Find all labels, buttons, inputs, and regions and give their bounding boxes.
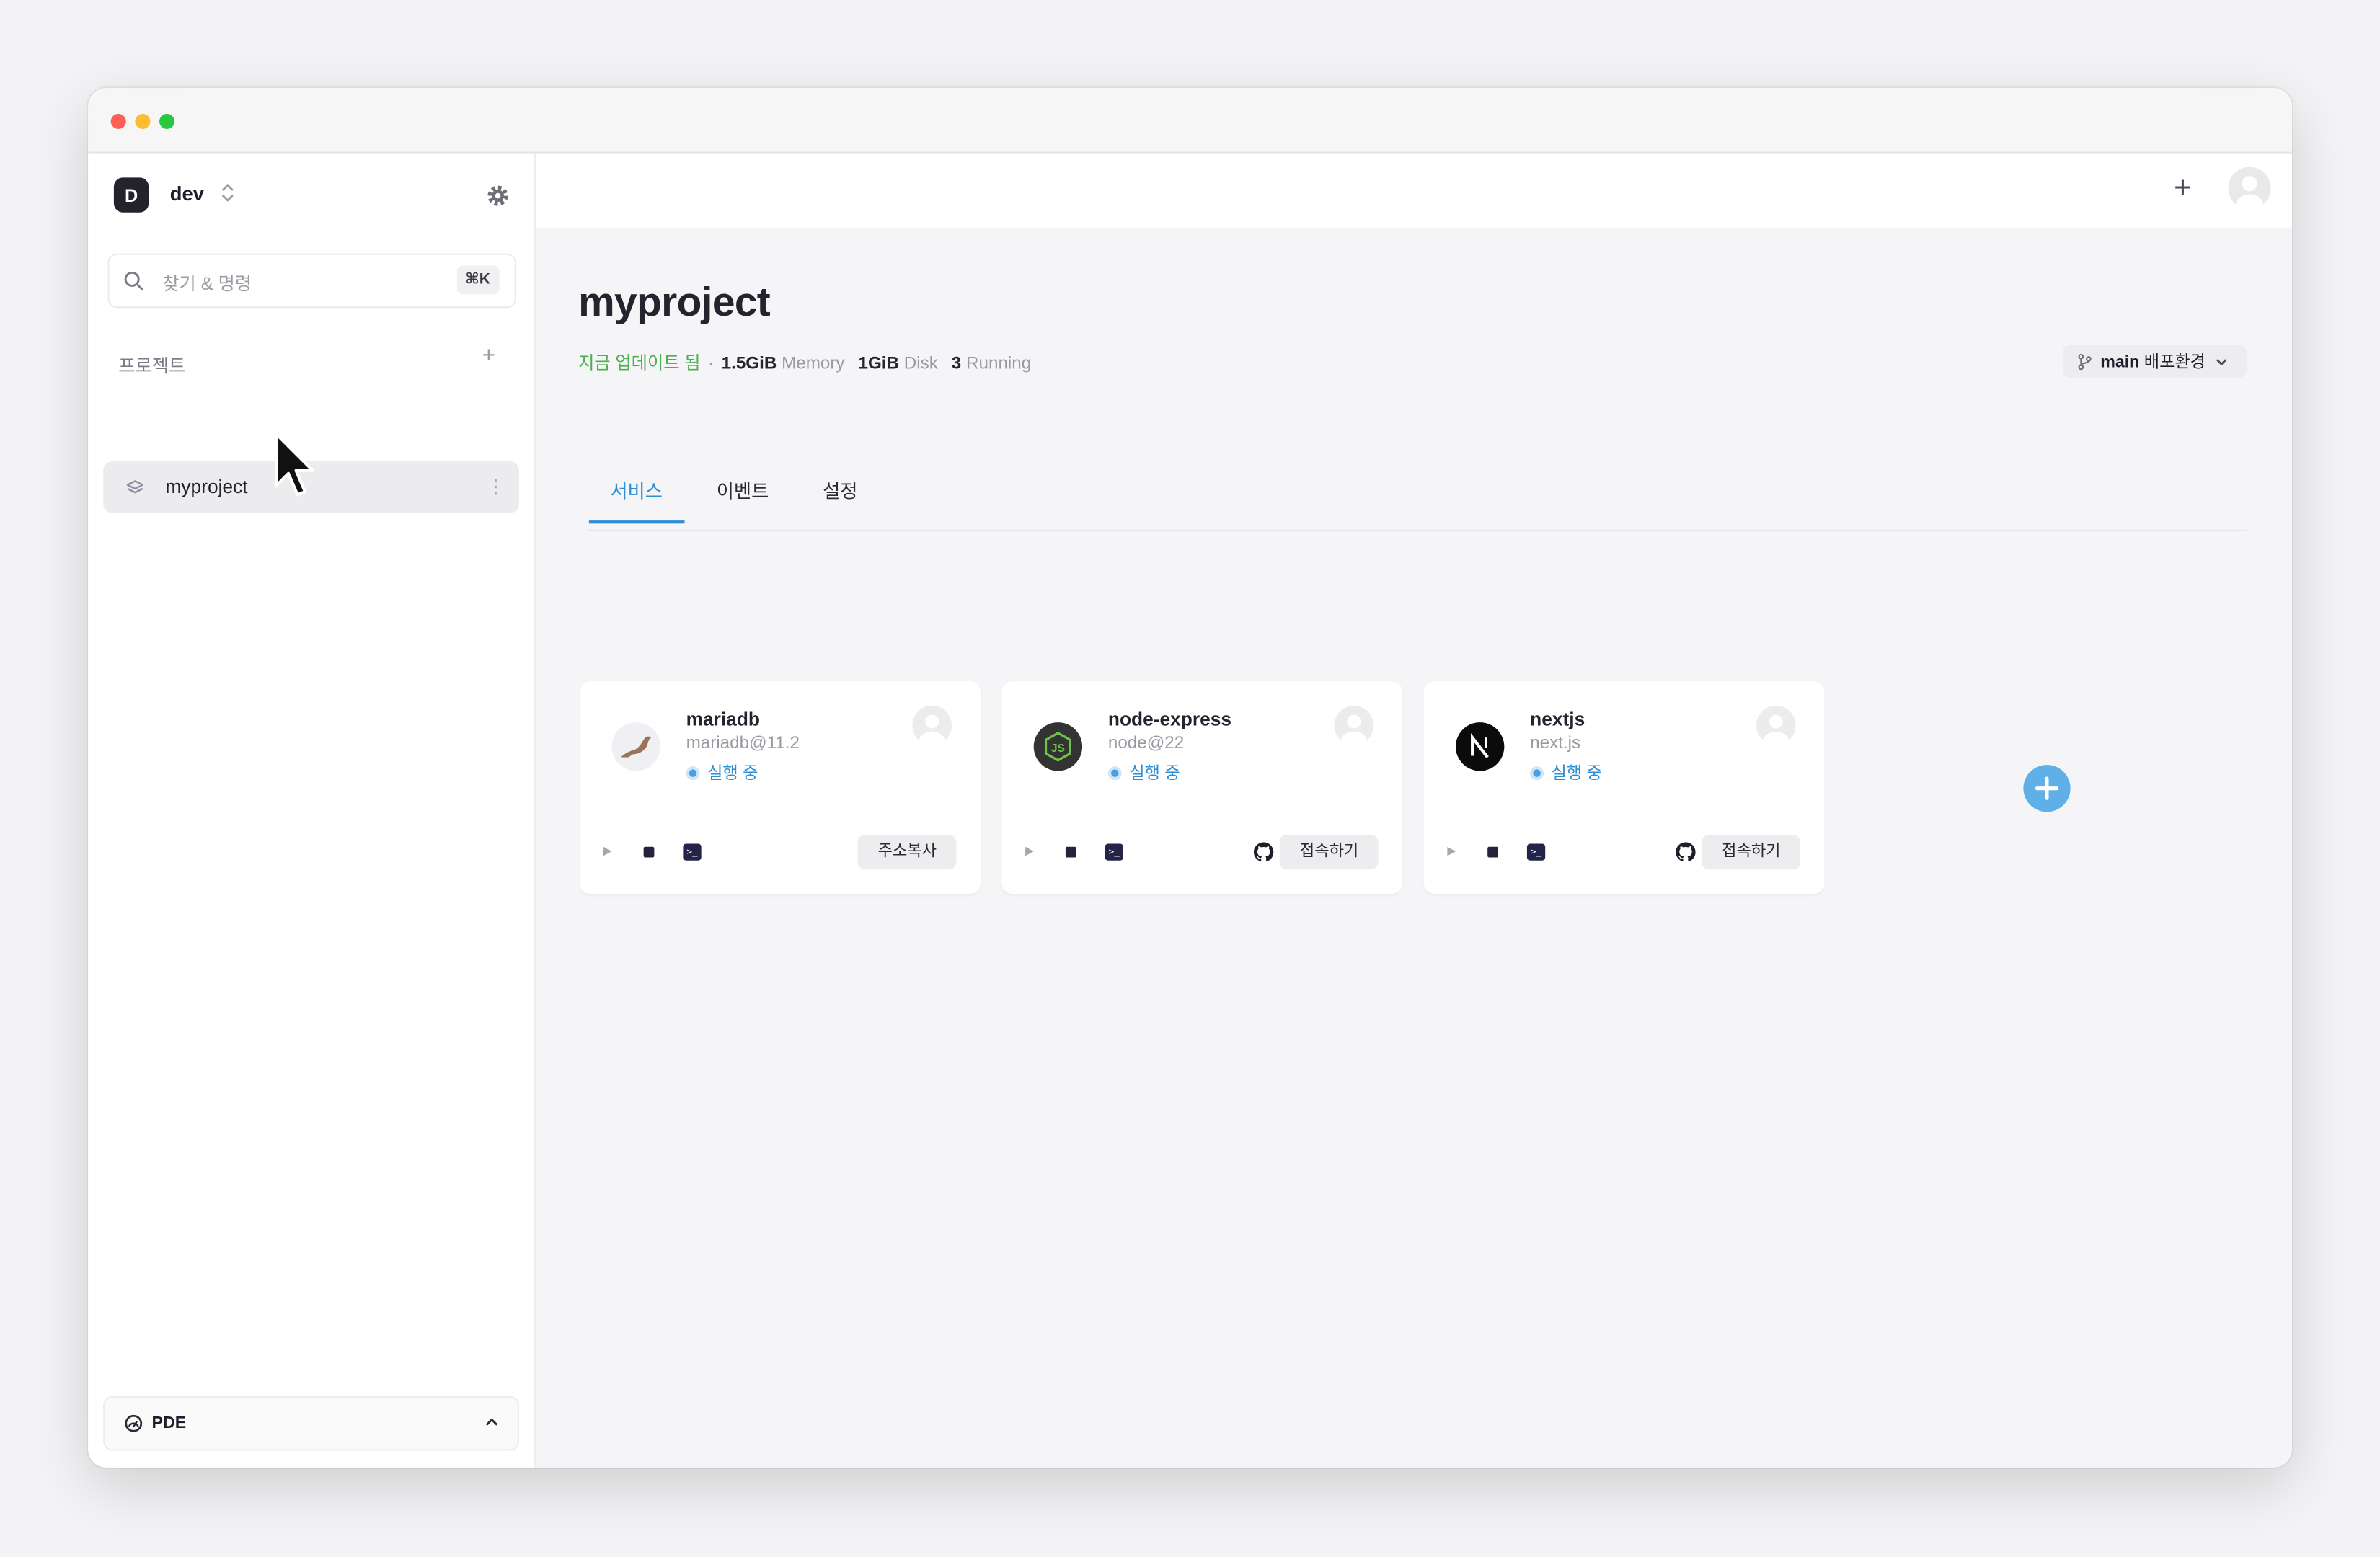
status-dot-icon: [1107, 766, 1122, 780]
pde-label: PDE: [151, 1414, 187, 1433]
status-label: 실행 중: [1551, 765, 1602, 784]
pde-footer-menu[interactable]: PDE: [103, 1396, 520, 1451]
branch-env: 배포환경: [2144, 353, 2206, 372]
tab-bar: 서비스 이벤트 설정: [588, 475, 2247, 531]
play-icon[interactable]: [1023, 846, 1035, 858]
gauge-icon: [125, 1414, 143, 1432]
main-content: myproject 지금 업데이트 됨 · 1.5GiB Memory 1GiB Di…: [536, 227, 2293, 1468]
disk-value: 1GiB: [858, 355, 899, 373]
chevron-up-down-icon[interactable]: [220, 182, 235, 203]
shortcut-badge: ⌘K: [456, 265, 500, 295]
branch-name: main: [2100, 353, 2140, 372]
title-bar: [88, 88, 2293, 154]
project-meta: 지금 업데이트 됨 · 1.5GiB Memory 1GiB Disk 3 Runnin…: [578, 350, 1045, 375]
close-window-button[interactable]: [110, 113, 126, 129]
chevron-up-icon: [486, 1419, 497, 1426]
git-branch-icon: [2078, 352, 2092, 370]
screen: D dev 찾기 & 명령 ⌘K 프로젝트 + myproject ⋮ PDE …: [0, 0, 2380, 1557]
nextjs-icon: [1455, 722, 1505, 771]
layers-icon: [126, 480, 144, 494]
memory-value: 1.5GiB: [721, 355, 777, 373]
play-icon[interactable]: [1445, 846, 1457, 858]
memory-unit: Memory: [782, 355, 845, 373]
sidebar: D dev 찾기 & 명령 ⌘K 프로젝트 + myproject ⋮ PDE: [88, 153, 536, 1468]
connect-button[interactable]: 접속하기: [1702, 834, 1800, 870]
mouse-cursor-icon: [275, 432, 314, 497]
play-icon[interactable]: [601, 846, 614, 858]
page-title: myproject: [578, 279, 771, 325]
status-label: 실행 중: [1129, 765, 1180, 784]
plus-icon: [2035, 776, 2059, 800]
active-tab-indicator: [588, 520, 685, 524]
search-input[interactable]: 찾기 & 명령 ⌘K: [107, 253, 516, 309]
mariadb-seal-icon: [611, 722, 660, 771]
search-placeholder: 찾기 & 명령: [162, 272, 252, 295]
stop-icon[interactable]: [1065, 846, 1076, 858]
service-card-node-express[interactable]: JS node-express node@22 실행 중 >_ 접속하기: [1001, 681, 1403, 895]
avatar: [1334, 705, 1374, 745]
add-service-button[interactable]: [2023, 765, 2071, 812]
terminal-icon[interactable]: >_: [1105, 843, 1123, 861]
terminal-icon[interactable]: >_: [1526, 843, 1546, 861]
workspace-name[interactable]: dev: [170, 182, 204, 205]
branch-selector[interactable]: main 배포환경: [2062, 344, 2247, 378]
tab-events[interactable]: 이벤트: [717, 475, 769, 504]
projects-section-label: 프로젝트: [118, 355, 186, 377]
service-version: next.js: [1530, 734, 1581, 753]
minimize-window-button[interactable]: [135, 113, 151, 129]
updated-status: 지금 업데이트 됨: [578, 355, 701, 373]
service-version: node@22: [1107, 734, 1185, 753]
tab-settings[interactable]: 설정: [823, 475, 857, 504]
service-name: nextjs: [1530, 709, 1585, 730]
meta-separator: ·: [708, 355, 715, 373]
status-dot-icon: [1530, 766, 1544, 780]
service-card-nextjs[interactable]: nextjs next.js 실행 중 >_ 접속하기: [1423, 681, 1825, 895]
sidebar-item-label: myproject: [165, 476, 248, 498]
status-badge: 실행 중: [686, 760, 758, 785]
tab-services[interactable]: 서비스: [610, 475, 663, 504]
service-name: node-express: [1107, 709, 1231, 730]
terminal-icon[interactable]: >_: [683, 843, 702, 861]
status-dot-icon: [686, 766, 700, 780]
workspace-avatar[interactable]: D: [113, 177, 149, 213]
chevron-down-icon: [2216, 358, 2226, 365]
user-icon: [2236, 176, 2263, 210]
top-header: +: [536, 153, 2293, 228]
github-icon[interactable]: [1676, 842, 1696, 862]
gear-icon[interactable]: [486, 184, 510, 208]
connect-button[interactable]: 접속하기: [1280, 834, 1379, 870]
service-version: mariadb@11.2: [686, 734, 800, 753]
status-badge: 실행 중: [1107, 760, 1180, 785]
service-card-mariadb[interactable]: mariadb mariadb@11.2 실행 중 >_ 주소복사: [580, 681, 981, 895]
search-icon: [124, 271, 143, 290]
disk-unit: Disk: [903, 355, 938, 373]
svg-text:JS: JS: [1051, 742, 1065, 755]
status-badge: 실행 중: [1530, 760, 1602, 785]
copy-address-button[interactable]: 주소복사: [858, 834, 957, 870]
stop-icon[interactable]: [643, 846, 655, 858]
status-label: 실행 중: [707, 765, 758, 784]
add-icon[interactable]: +: [2167, 173, 2198, 203]
avatar: [912, 705, 952, 745]
app-window: D dev 찾기 & 명령 ⌘K 프로젝트 + myproject ⋮ PDE …: [88, 88, 2293, 1468]
running-unit: Running: [966, 355, 1032, 373]
service-name: mariadb: [686, 709, 760, 730]
running-value: 3: [951, 355, 962, 373]
nodejs-icon: JS: [1033, 722, 1083, 771]
maximize-window-button[interactable]: [159, 113, 175, 129]
stop-icon[interactable]: [1487, 846, 1498, 858]
user-avatar[interactable]: [2228, 167, 2271, 210]
avatar: [1756, 705, 1796, 745]
more-options-icon[interactable]: ⋮: [486, 475, 505, 500]
add-project-button[interactable]: +: [477, 344, 501, 369]
github-icon[interactable]: [1253, 842, 1274, 862]
